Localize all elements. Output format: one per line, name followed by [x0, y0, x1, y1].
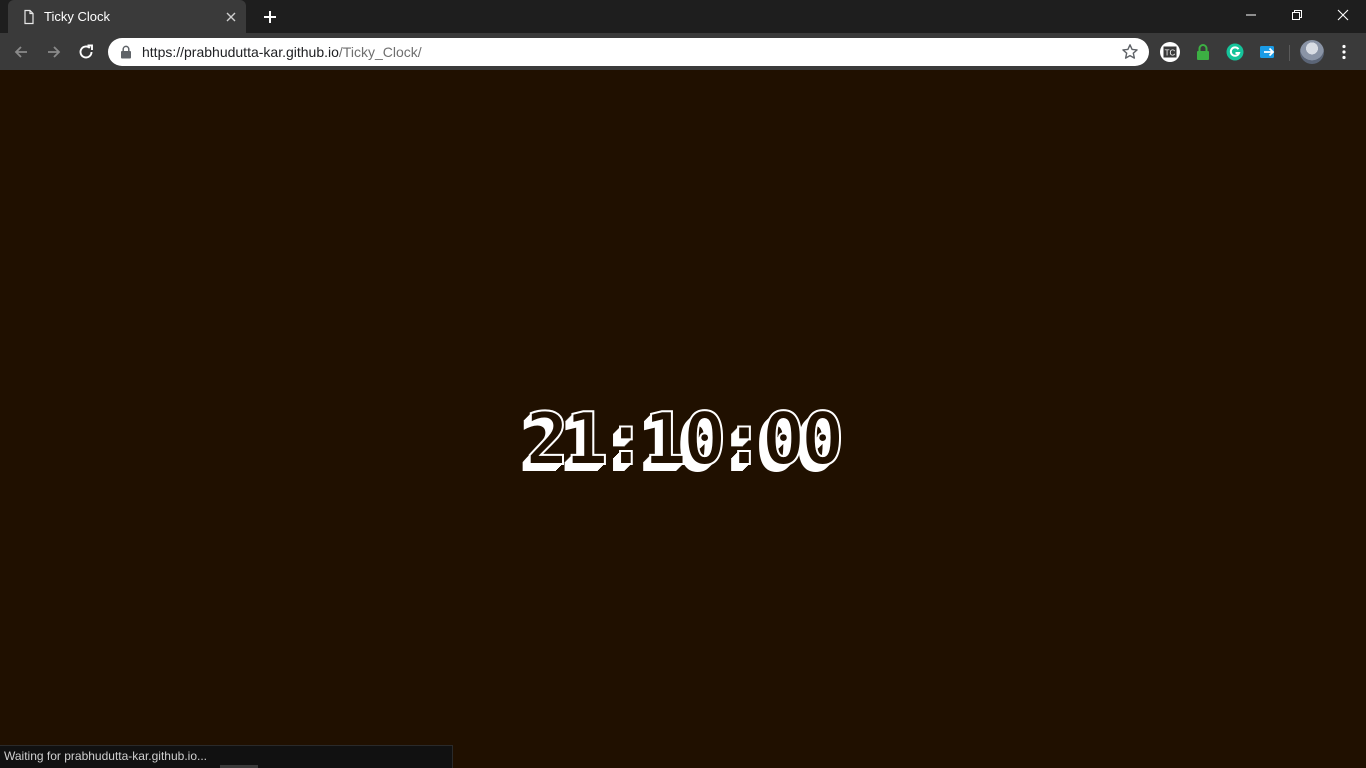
back-button[interactable]	[9, 40, 33, 64]
clock-display: 21:10:00	[525, 396, 846, 482]
profile-avatar[interactable]	[1300, 40, 1324, 64]
padlock-icon	[1197, 44, 1209, 60]
page-icon	[24, 9, 34, 25]
restore-icon	[1292, 10, 1302, 20]
tab-ticky-clock[interactable]: Ticky Clock	[8, 0, 246, 33]
browser-toolbar: https://prabhudutta-kar.github.io/Ticky_…	[0, 33, 1366, 70]
lock-extension-icon[interactable]	[1191, 40, 1215, 64]
browser-menu-button[interactable]	[1334, 40, 1354, 64]
lock-icon[interactable]	[120, 45, 132, 59]
arrow-left-icon	[14, 46, 27, 58]
new-tab-button[interactable]	[257, 5, 283, 29]
tab-strip: Ticky Clock	[0, 0, 1366, 33]
minimize-button[interactable]	[1228, 0, 1274, 30]
url-host: https://prabhudutta-kar.github.io	[142, 44, 339, 60]
url-path: /Ticky_Clock/	[338, 44, 422, 60]
address-bar[interactable]: https://prabhudutta-kar.github.io/Ticky_…	[108, 38, 1149, 66]
bookmark-star-icon[interactable]	[1121, 43, 1139, 61]
close-tab-icon[interactable]	[224, 10, 238, 24]
send-icon	[1260, 46, 1275, 58]
grammarly-g-icon	[1226, 43, 1244, 61]
arrow-right-icon	[48, 46, 61, 58]
tab-title: Ticky Clock	[44, 9, 110, 24]
send-extension-icon[interactable]	[1256, 40, 1280, 64]
tc-extension-icon[interactable]: TC	[1158, 40, 1182, 64]
close-icon	[1337, 9, 1349, 21]
reload-icon	[79, 44, 93, 59]
page-viewport: 21:10:00	[0, 70, 1366, 768]
close-window-button[interactable]	[1320, 0, 1366, 30]
reload-button[interactable]	[74, 40, 98, 64]
tc-extension-label: TC	[1165, 49, 1176, 58]
tc-extension-graphic: TC	[1160, 42, 1180, 62]
restore-button[interactable]	[1274, 0, 1320, 30]
grammarly-icon[interactable]	[1223, 40, 1247, 64]
kebab-menu-icon	[1342, 44, 1346, 60]
forward-button[interactable]	[42, 40, 66, 64]
minimize-icon	[1246, 14, 1256, 16]
toolbar-divider	[1289, 45, 1290, 61]
url-text: https://prabhudutta-kar.github.io/Ticky_…	[142, 44, 422, 60]
